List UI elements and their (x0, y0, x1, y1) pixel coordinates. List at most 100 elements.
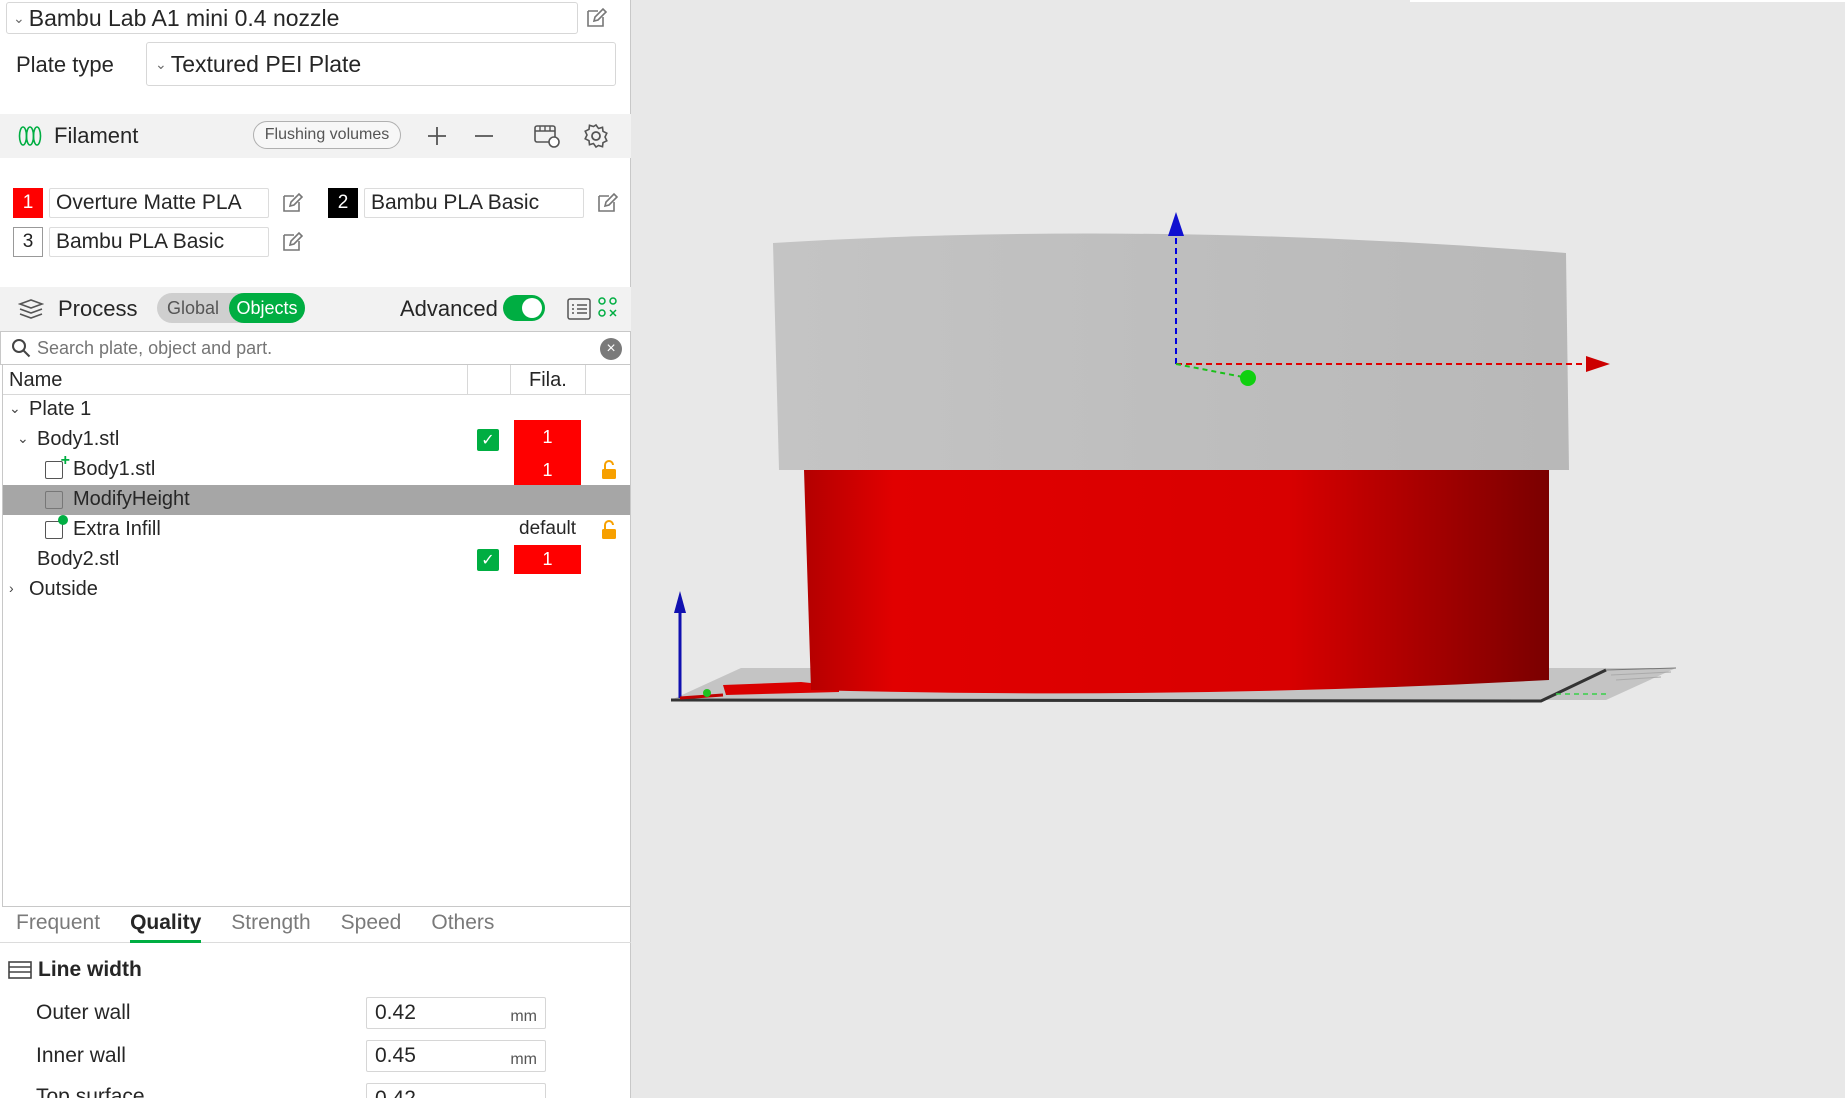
printer-select[interactable]: ⌄ Bambu Lab A1 mini 0.4 nozzle (6, 2, 578, 34)
tab-others[interactable]: Others (431, 907, 494, 942)
visible-checkbox[interactable]: ✓ (477, 549, 499, 571)
tree-row-label: Extra Infill (73, 518, 161, 540)
filament-slot-name[interactable]: Bambu PLA Basic (364, 188, 584, 218)
filament-icon (18, 126, 42, 146)
modifier-icon (45, 491, 63, 509)
search-icon (12, 339, 31, 358)
tree-row-label: Body1.stl (37, 428, 120, 450)
tree-row-label: Plate 1 (29, 398, 92, 420)
filament-slot-name[interactable]: Bambu PLA Basic (49, 227, 269, 257)
inner-wall-value[interactable]: 0.45 (375, 1044, 416, 1068)
tree-row-extra-infill[interactable]: Extra Infill default (3, 515, 630, 545)
remove-filament-icon[interactable] (470, 122, 498, 150)
outer-wall-label: Outer wall (36, 1001, 131, 1024)
filament-slot-name[interactable]: Overture Matte PLA (49, 188, 269, 218)
3d-viewport[interactable] (631, 0, 1845, 1098)
advanced-label: Advanced (400, 296, 498, 321)
search-input[interactable] (37, 337, 577, 359)
line-width-title: Line width (38, 958, 142, 981)
inner-wall-label: Inner wall (36, 1044, 126, 1067)
unit-label: mm (510, 1094, 537, 1098)
process-title: Process (58, 296, 138, 321)
visible-checkbox[interactable]: ✓ (477, 429, 499, 451)
tree-row-object[interactable]: ⌄ Body1.stl ✓ 1 (3, 420, 630, 455)
filament-cell[interactable]: 1 (514, 420, 581, 455)
filament-settings-gear-icon[interactable] (582, 122, 610, 150)
tab-frequent[interactable]: Frequent (16, 907, 100, 942)
chevron-down-icon[interactable]: ⌄ (9, 400, 21, 417)
edit-filament-1-icon[interactable] (280, 191, 304, 215)
tree-row-label: Body2.stl (37, 548, 120, 570)
part-add-icon: + (45, 452, 70, 479)
filament-slot-1[interactable]: 1 Overture Matte PLA (13, 188, 269, 218)
filament-cell[interactable]: 1 (514, 545, 581, 574)
filament-sync-icon[interactable] (533, 122, 561, 150)
plate-type-select[interactable]: ⌄ Textured PEI Plate (146, 42, 616, 86)
compare-presets-icon[interactable] (597, 296, 619, 320)
chevron-down-icon[interactable]: ⌄ (17, 430, 29, 447)
objects-option[interactable]: Objects (229, 293, 305, 323)
unit-label: mm (510, 1008, 537, 1025)
tree-row-label: Outside (29, 578, 98, 600)
process-layers-icon (18, 299, 44, 319)
global-option[interactable]: Global (157, 298, 229, 319)
object-search[interactable]: × (0, 331, 631, 365)
process-header: Process Global Objects Advanced (0, 287, 631, 331)
object-tree: Name Fila. ⌄ Plate 1 ⌄ Body1.stl ✓ 1 + B… (2, 365, 631, 907)
filament-slot-number[interactable]: 3 (13, 227, 43, 257)
filament-slot-number[interactable]: 2 (328, 188, 358, 218)
tab-strength[interactable]: Strength (231, 907, 310, 942)
filament-slot-3[interactable]: 3 Bambu PLA Basic (13, 227, 269, 257)
tab-quality[interactable]: Quality (130, 907, 202, 943)
unlock-icon[interactable] (601, 460, 617, 480)
flushing-volumes-button[interactable]: Flushing volumes (253, 121, 401, 149)
unit-label: mm (510, 1051, 537, 1068)
tree-row-outside[interactable]: › Outside (3, 575, 630, 605)
edit-printer-icon[interactable] (584, 6, 608, 30)
gray-cap-model[interactable] (773, 233, 1569, 470)
filament-title: Filament (54, 123, 139, 148)
clear-search-icon[interactable]: × (600, 338, 622, 360)
column-name-header[interactable]: Name (9, 369, 62, 392)
filament-slot-number[interactable]: 1 (13, 188, 43, 218)
chevron-down-icon: ⌄ (13, 9, 25, 26)
tab-speed[interactable]: Speed (341, 907, 402, 942)
printer-name: Bambu Lab A1 mini 0.4 nozzle (28, 4, 340, 31)
outer-wall-value[interactable]: 0.42 (375, 1001, 416, 1025)
line-width-icon (8, 961, 32, 979)
filament-header: Filament Flushing volumes (0, 114, 631, 158)
edit-filament-3-icon[interactable] (280, 230, 304, 254)
filament-cell[interactable]: 1 (514, 455, 581, 485)
process-scope-toggle[interactable]: Global Objects (157, 293, 305, 323)
tree-row-modifier[interactable]: ModifyHeight (3, 485, 630, 515)
settings-part-icon (45, 515, 68, 539)
chevron-right-icon[interactable]: › (9, 580, 14, 596)
plate-type-value: Textured PEI Plate (170, 50, 362, 77)
advanced-toggle[interactable] (503, 295, 545, 321)
filament-slot-2[interactable]: 2 Bambu PLA Basic (328, 188, 584, 218)
top-surface-value[interactable]: 0.42 (375, 1087, 416, 1098)
tree-row-label: Body1.stl (73, 458, 156, 480)
line-width-section: Line width (8, 958, 142, 982)
top-surface-label: Top surface (36, 1085, 145, 1098)
tree-row-part[interactable]: + Body1.stl 1 (3, 452, 630, 485)
3d-scene[interactable] (631, 0, 1845, 1098)
sidebar: ⌄ Bambu Lab A1 mini 0.4 nozzle Plate typ… (0, 0, 631, 1098)
plate-type-label: Plate type (16, 52, 114, 77)
edit-filament-2-icon[interactable] (595, 191, 619, 215)
add-filament-icon[interactable] (423, 122, 451, 150)
filament-default[interactable]: default (519, 518, 576, 540)
unlock-icon[interactable] (601, 520, 617, 540)
inner-wall-field[interactable]: 0.45 mm (366, 1040, 546, 1072)
settings-tabs: Frequent Quality Strength Speed Others (0, 907, 631, 943)
tree-header: Name Fila. (3, 365, 630, 395)
app-window: ⌄ Bambu Lab A1 mini 0.4 nozzle Plate typ… (0, 0, 1845, 1098)
red-body-model[interactable] (804, 470, 1549, 694)
chevron-down-icon: ⌄ (155, 55, 167, 72)
column-fila-header[interactable]: Fila. (529, 369, 567, 392)
tree-row-object[interactable]: Body2.stl ✓ 1 (3, 545, 630, 575)
top-surface-field[interactable]: 0.42 mm (366, 1083, 546, 1098)
outer-wall-field[interactable]: 0.42 mm (366, 997, 546, 1029)
tree-row-label: ModifyHeight (73, 488, 190, 510)
list-view-icon[interactable] (566, 296, 592, 322)
